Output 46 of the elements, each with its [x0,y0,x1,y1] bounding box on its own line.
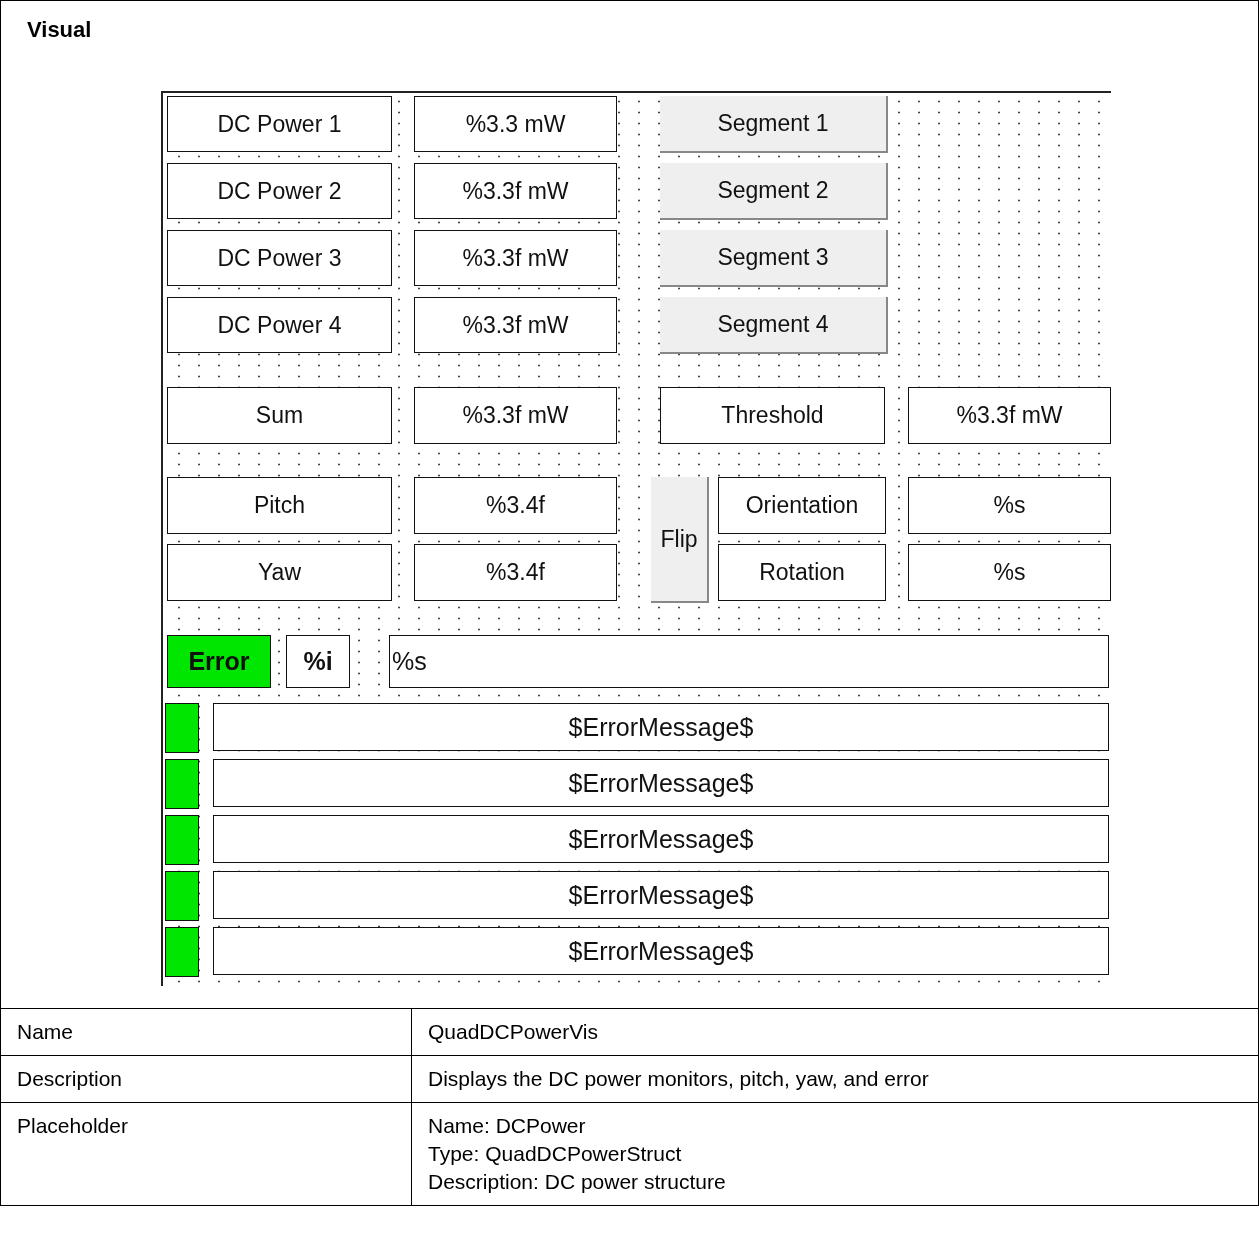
orientation-label: Orientation [718,477,886,534]
error-indicator [165,759,199,809]
property-value: Displays the DC power monitors, pitch, yaw, and error [428,1066,930,1092]
orientation-label: Rotation [718,544,886,601]
error-message-field: $ErrorMessage$ [213,703,1109,751]
segment-button[interactable]: Segment 3 [660,230,888,287]
power-value-field: %3.3 mW [414,96,617,152]
power-label: DC Power 1 [167,96,392,152]
property-value: Description: DC power structure [428,1169,727,1195]
angle-value-field: %3.4f [414,477,617,534]
property-value: Type: QuadDCPowerStruct [428,1141,683,1167]
flip-button[interactable]: Flip [651,477,709,603]
threshold-label: Threshold [660,387,885,444]
orientation-value-field: %s [908,544,1111,601]
power-value-field: %3.3f mW [414,163,617,219]
segment-button[interactable]: Segment 1 [660,96,888,153]
power-value-field: %3.3f mW [414,297,617,353]
error-indicator [165,815,199,865]
segment-button[interactable]: Segment 2 [660,163,888,220]
power-value-field: %3.3f mW [414,230,617,286]
error-label: Error [167,635,271,688]
power-label: DC Power 4 [167,297,392,353]
property-value: Name: DCPower [428,1113,587,1139]
section-title: Visual [27,17,92,43]
power-label: DC Power 3 [167,230,392,286]
property-name: Description [17,1066,124,1092]
error-message-field: $ErrorMessage$ [213,871,1109,919]
orientation-value-field: %s [908,477,1111,534]
error-message-field: $ErrorMessage$ [213,759,1109,807]
error-message-field: $ErrorMessage$ [213,815,1109,863]
property-name: Name [17,1019,75,1045]
error-indicator [165,927,199,977]
angle-label: Yaw [167,544,392,601]
sum-value-field: %3.3f mW [414,387,617,444]
threshold-value-field: %3.3f mW [908,387,1111,444]
error-indicator [165,871,199,921]
angle-label: Pitch [167,477,392,534]
property-name: Placeholder [17,1113,129,1139]
error-indicator [165,703,199,753]
error-message-field: $ErrorMessage$ [213,927,1109,975]
property-value: QuadDCPowerVis [428,1019,600,1045]
error-code-field: %i [286,635,350,688]
angle-value-field: %3.4f [414,544,617,601]
sum-label: Sum [167,387,392,444]
segment-button[interactable]: Segment 4 [660,297,888,354]
power-label: DC Power 2 [167,163,392,219]
